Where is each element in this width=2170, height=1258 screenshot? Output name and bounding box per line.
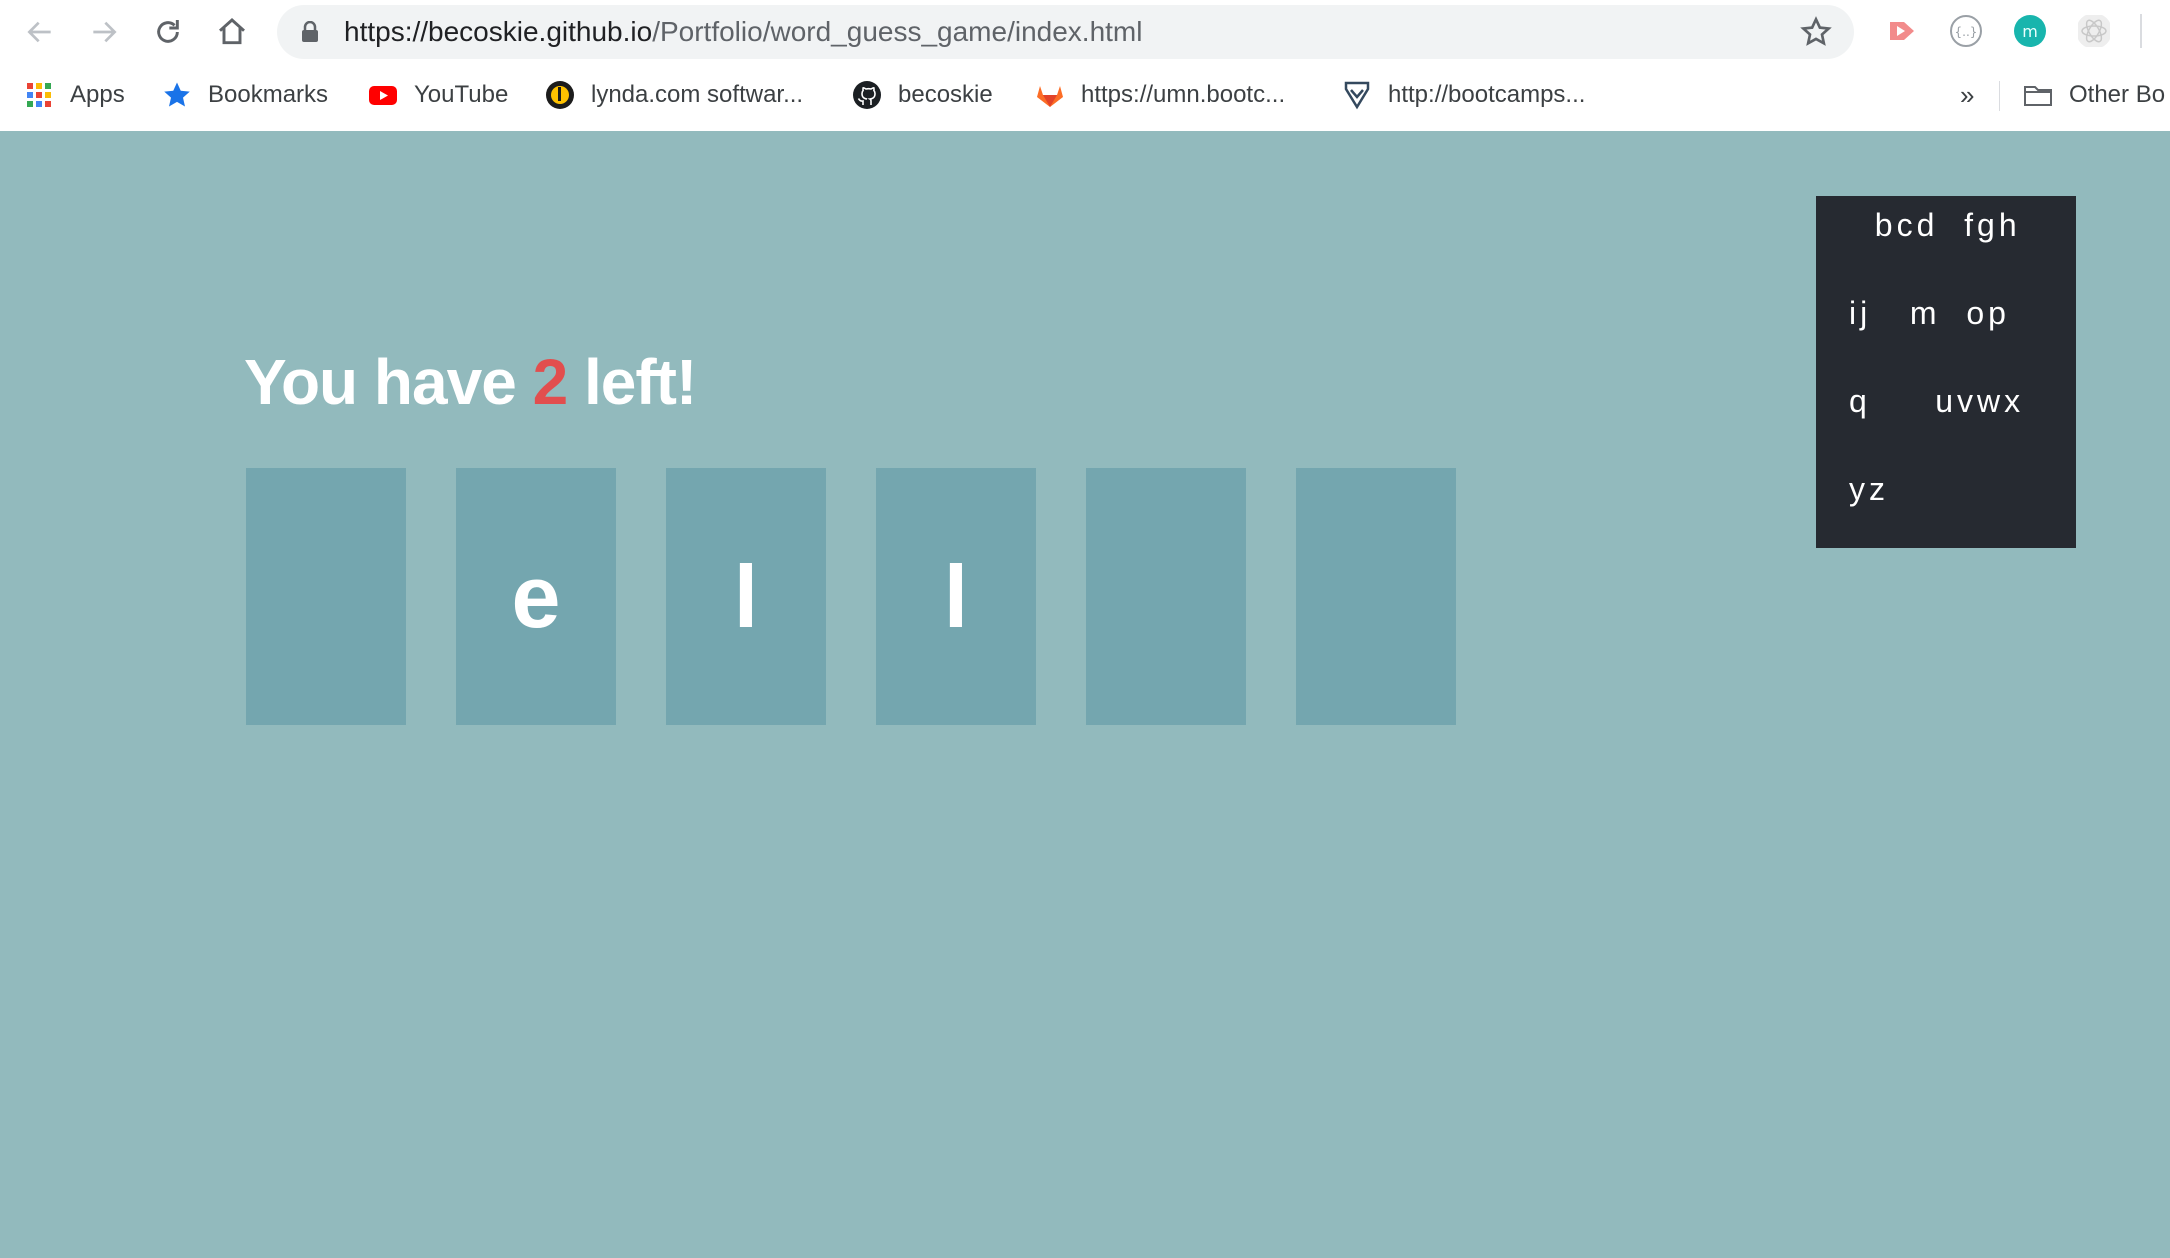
home-icon [219,18,245,45]
letter-tile: l [666,468,826,725]
apps-grid-icon [24,80,54,110]
bookmark-label: http://bootcamps... [1388,81,1586,108]
letter-tile [246,468,406,725]
reload-button[interactable] [144,8,192,56]
browser-chrome: https://becoskie.github.io/Portfolio/wor… [0,0,2170,131]
bookmark-bookmarks[interactable]: Bookmarks [162,74,328,116]
lynda-icon [545,80,575,110]
url-domain: https://becoskie.github.io [344,16,653,47]
letters-row: bcd fgh [1849,207,2021,243]
reload-icon [157,20,179,43]
bookmark-label: lynda.com softwar... [591,81,804,108]
star-icon [162,80,192,110]
url-text: https://becoskie.github.io/Portfolio/wor… [344,5,1142,59]
bookmarks-bar: Apps Bookmarks YouTube lynda.com softwar… [0,74,2170,116]
letter-tile: e [456,468,616,725]
screencast-extension-icon[interactable] [1884,13,1920,49]
bookmark-youtube[interactable]: YouTube [368,74,508,116]
github-icon [852,80,882,110]
json-extension-icon[interactable]: {..} [1948,13,1984,49]
bookmark-bootcamps[interactable]: http://bootcamps... [1342,74,1585,116]
letter-tile: l [876,468,1036,725]
bookmark-other-bookmarks[interactable]: Other Bo [2023,74,2165,116]
letters-row: ij m op [1849,295,2010,331]
guesses-remaining-heading: You have 2 left! [244,345,697,419]
youtube-icon [368,80,398,110]
bookmarks-separator [1999,81,2000,111]
bookmark-label: https://umn.bootc... [1081,81,1286,108]
gitlab-icon [1035,80,1065,110]
bookmark-label: Other Bo [2069,81,2166,108]
back-button[interactable] [16,8,64,56]
status-suffix: left! [567,346,697,418]
bookmark-umn-bootcamp[interactable]: https://umn.bootc... [1035,74,1285,116]
react-devtools-icon[interactable] [2076,13,2112,49]
folder-icon [2023,80,2053,110]
bookmark-becoskie[interactable]: becoskie [852,74,993,116]
bookmark-apps[interactable]: Apps [24,74,125,116]
bookmark-label: Apps [70,81,125,108]
guesses-left-count: 2 [532,346,569,418]
lock-icon [302,21,318,42]
bookmark-star-icon[interactable] [1800,16,1832,48]
arrow-left-icon [27,21,51,43]
bookmark-label: Bookmarks [208,81,329,108]
letters-row: q uvwx [1849,383,2025,419]
letter-tile [1296,468,1456,725]
mercury-extension-icon[interactable]: m [2012,13,2048,49]
svg-text:m: m [2022,22,2038,41]
bookmarks-overflow-button[interactable]: » [1960,74,1974,116]
url-path: /Portfolio/word_guess_game/index.html [652,16,1143,47]
home-button[interactable] [208,8,256,56]
bookmark-label: becoskie [898,81,993,108]
letter-tile [1086,468,1246,725]
forward-button[interactable] [80,8,128,56]
svg-text:{..}: {..} [1955,25,1978,39]
letters-row: yz [1849,471,1889,507]
bookmark-label: YouTube [414,81,509,108]
arrow-right-icon [93,21,117,43]
remaining-letters-panel: bcd fgh ij m op q uvwx yz [1816,196,2076,548]
address-bar[interactable]: https://becoskie.github.io/Portfolio/wor… [277,5,1854,59]
toolbar-separator [2140,14,2142,48]
status-prefix: You have [244,346,533,418]
bookmark-lynda[interactable]: lynda.com softwar... [545,74,803,116]
shield-check-icon [1342,80,1372,110]
